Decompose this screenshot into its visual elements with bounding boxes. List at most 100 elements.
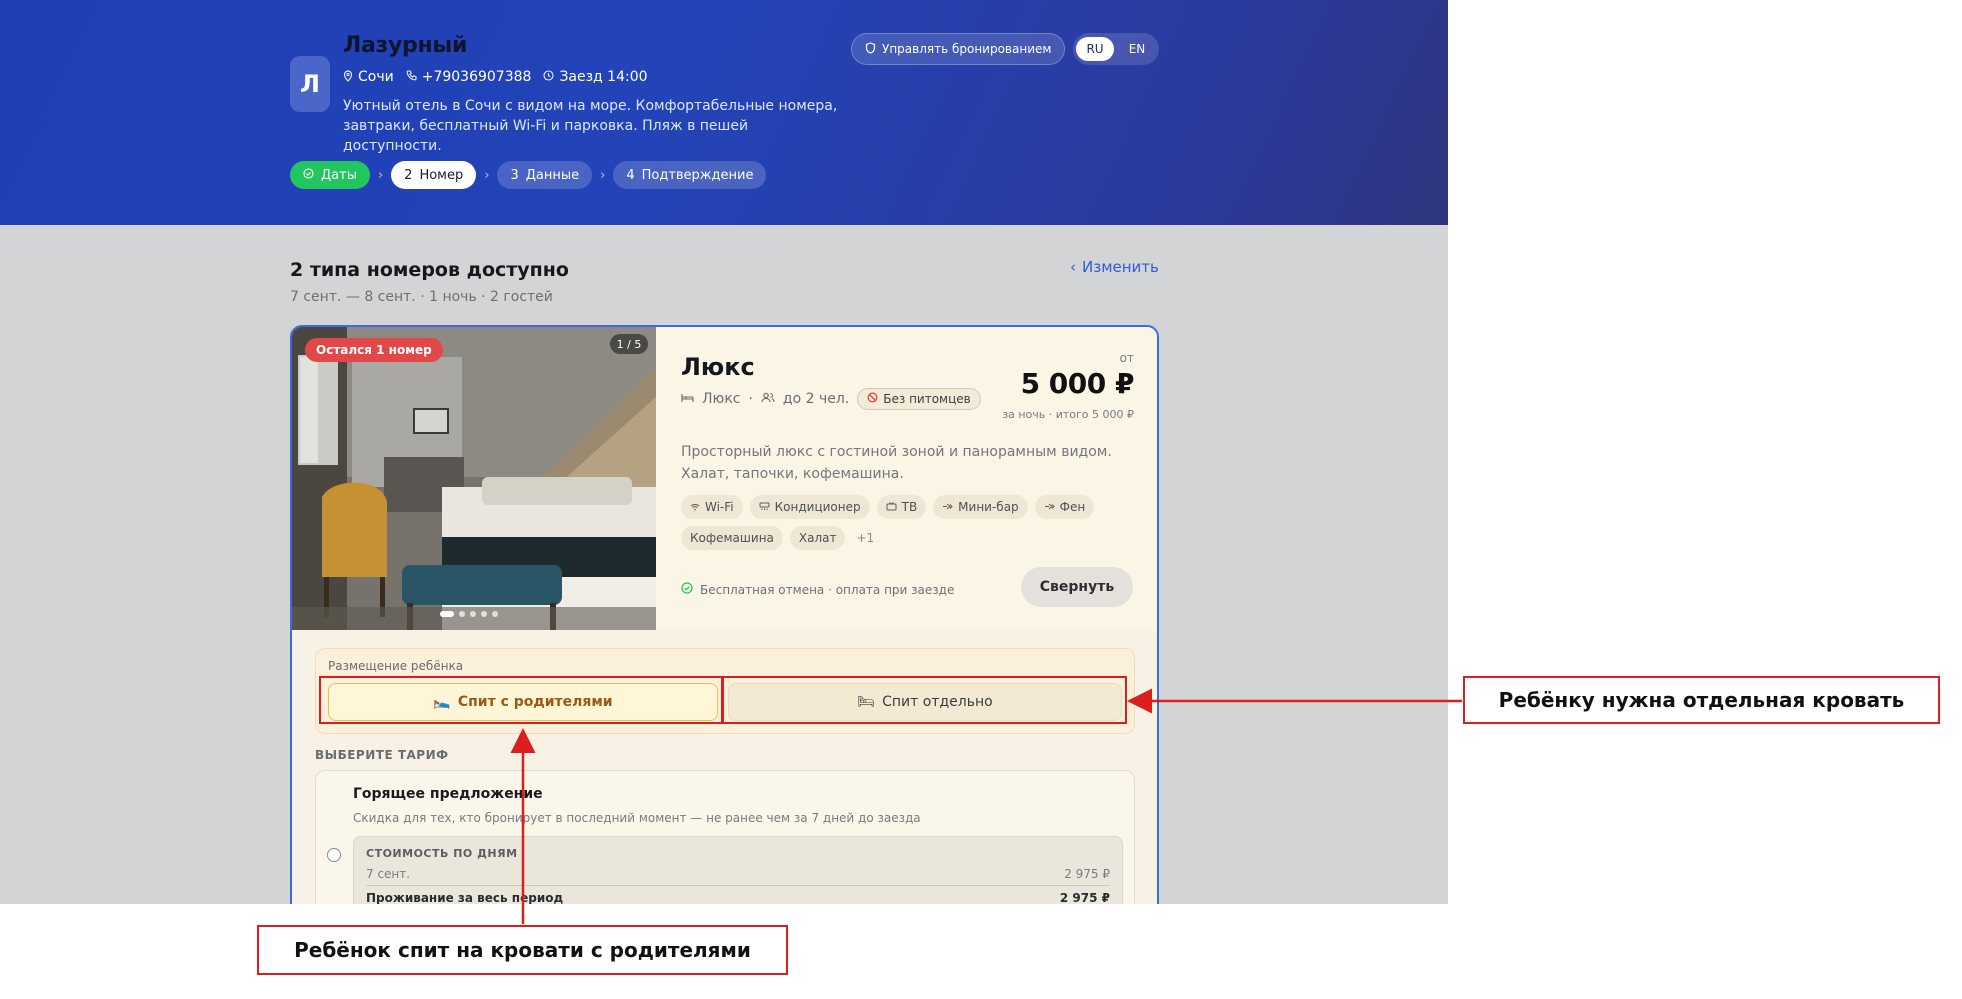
tariff-section-label: ВЫБЕРИТЕ ТАРИФ [315,748,449,762]
highlight-separate [721,676,1127,724]
hairdryer-icon [1044,500,1055,514]
step-confirmation[interactable]: 4 Подтверждение [613,161,767,189]
hotel-description: Уютный отель в Сочи с видом на море. Ком… [343,98,838,154]
minibar-icon [942,500,953,514]
chevron-right-icon: › [377,167,384,183]
step-details-number: 3 [510,167,519,183]
no-pets-label: Без питомцев [883,392,971,406]
amenities-more[interactable]: +1 [852,526,878,550]
location-pin-icon [343,69,353,85]
chevron-left-icon: ‹ [1070,258,1076,276]
hotel-phone[interactable]: +79036907388 [406,69,531,85]
step-room-label: Номер [419,167,464,183]
check-circle-icon [681,582,693,597]
amenity-hairdryer: Фен [1034,495,1095,519]
amenity-label: Кондиционер [774,500,861,514]
photo-dot[interactable] [459,611,465,617]
wifi-icon [690,500,700,514]
step-confirmation-label: Подтверждение [641,167,754,183]
phone-icon [406,70,417,84]
results-title: 2 типа номеров доступно [290,259,569,281]
cancellation-text: Бесплатная отмена · оплата при заезде [700,582,955,597]
room-category: Люкс [702,391,741,407]
breakdown-total-value: 2 975 ₽ [1059,891,1110,904]
child-placement-label: Размещение ребёнка [328,659,464,673]
room-capacity: до 2 чел. [782,391,850,407]
breakdown-day: 7 сент. [366,867,411,881]
app-viewport: Л Лазурный Сочи +79036907388 Заезд 14:00 [0,0,1448,904]
amenity-label: Халат [798,531,837,545]
amenity-label: Мини-бар [958,500,1019,514]
step-dates[interactable]: Даты [290,161,370,189]
shield-icon [865,41,876,57]
lang-en-button[interactable]: EN [1118,37,1156,61]
amenity-label: ТВ [901,500,918,514]
tariff-description: Скидка для тех, кто бронирует в последни… [353,811,921,825]
chevron-right-icon: › [600,167,606,183]
check-circle-icon [303,167,314,183]
no-entry-icon [867,392,878,406]
hotel-meta: Сочи +79036907388 Заезд 14:00 [343,69,648,85]
room-photo[interactable]: Остался 1 номер 1 / 5 [292,327,656,630]
hotel-checkin-text: Заезд 14:00 [559,69,648,85]
photo-dot[interactable] [440,611,454,617]
highlight-with-parents [319,676,724,724]
amenity-label: Фен [1059,500,1086,514]
change-search-label: Изменить [1082,258,1159,276]
photo-dots [440,611,498,617]
manage-booking-button[interactable]: Управлять бронированием [851,33,1066,65]
collapse-button[interactable]: Свернуть [1021,567,1133,607]
air-conditioner-icon [759,500,770,514]
availability-badge: Остался 1 номер [305,338,443,362]
chevron-right-icon: › [484,167,490,183]
photo-dot[interactable] [492,611,498,617]
price-from-label: от [1119,351,1134,365]
breakdown-title: СТОИМОСТЬ ПО ДНЯМ [366,847,518,860]
bedroom-photo-illustration [292,327,656,630]
amenity-ac: Кондиционер [749,495,870,519]
hotel-city-text: Сочи [358,69,394,85]
step-details[interactable]: 3 Данные [497,161,593,189]
room-name: Люкс [681,353,755,381]
photo-counter: 1 / 5 [610,334,648,354]
room-description: Просторный люкс с гостиной зоной и панор… [681,444,1112,482]
room-meta: Люкс · до 2 чел. Без питомцев [681,388,981,410]
meta-separator: · [748,391,753,407]
hotel-name: Лазурный [343,33,468,58]
amenity-label: Кофемашина [690,531,774,545]
step-room[interactable]: 2 Номер [391,161,477,189]
no-pets-badge: Без питомцев [857,388,981,410]
room-price: 5 000 ₽ [1020,367,1135,400]
room-card: Остался 1 номер 1 / 5 Люкс Люкс · до 2 ч… [290,325,1159,904]
amenities-list: Wi-Fi Кондиционер ТВ Мини-бар Фен Кофема… [681,495,1101,550]
price-breakdown: СТОИМОСТЬ ПО ДНЯМ 7 сент. 2 975 ₽ Прожив… [353,836,1123,904]
breakdown-day-value: 2 975 ₽ [1064,867,1110,881]
breakdown-total-label: Проживание за весь период [366,891,564,904]
amenity-bathrobe: Халат [789,526,846,550]
tariff-radio[interactable] [327,848,341,862]
clock-icon [543,70,554,84]
manage-booking-label: Управлять бронированием [882,42,1052,56]
amenity-wifi: Wi-Fi [681,495,743,519]
hotel-checkin: Заезд 14:00 [543,69,648,85]
tariff-name: Горящее предложение [353,786,543,802]
price-subtitle: за ночь · итого 5 000 ₽ [1002,408,1134,421]
step-room-number: 2 [404,167,413,183]
room-summary: Остался 1 номер 1 / 5 Люкс Люкс · до 2 ч… [292,327,1157,630]
language-switcher: RU EN [1073,33,1159,65]
photo-dot[interactable] [481,611,487,617]
callout-with-parents: Ребёнок спит на кровати с родителями [257,925,788,975]
step-dates-label: Даты [321,167,357,183]
lang-ru-button[interactable]: RU [1076,37,1114,61]
results-subtitle: 7 сент. — 8 сент. · 1 ночь · 2 гостей [290,289,553,305]
amenity-tv: ТВ [876,495,927,519]
change-search-link[interactable]: ‹ Изменить [1070,258,1159,276]
step-details-label: Данные [525,167,580,183]
hotel-avatar: Л [290,56,330,112]
bed-icon [681,391,694,407]
tariff-option[interactable]: Горящее предложение Скидка для тех, кто … [315,770,1135,904]
amenity-label: Wi-Fi [705,500,734,514]
photo-dot[interactable] [470,611,476,617]
booking-steps: Даты › 2 Номер › 3 Данные › 4 Подтвержде… [290,161,767,189]
cancellation-note: Бесплатная отмена · оплата при заезде [681,582,954,597]
